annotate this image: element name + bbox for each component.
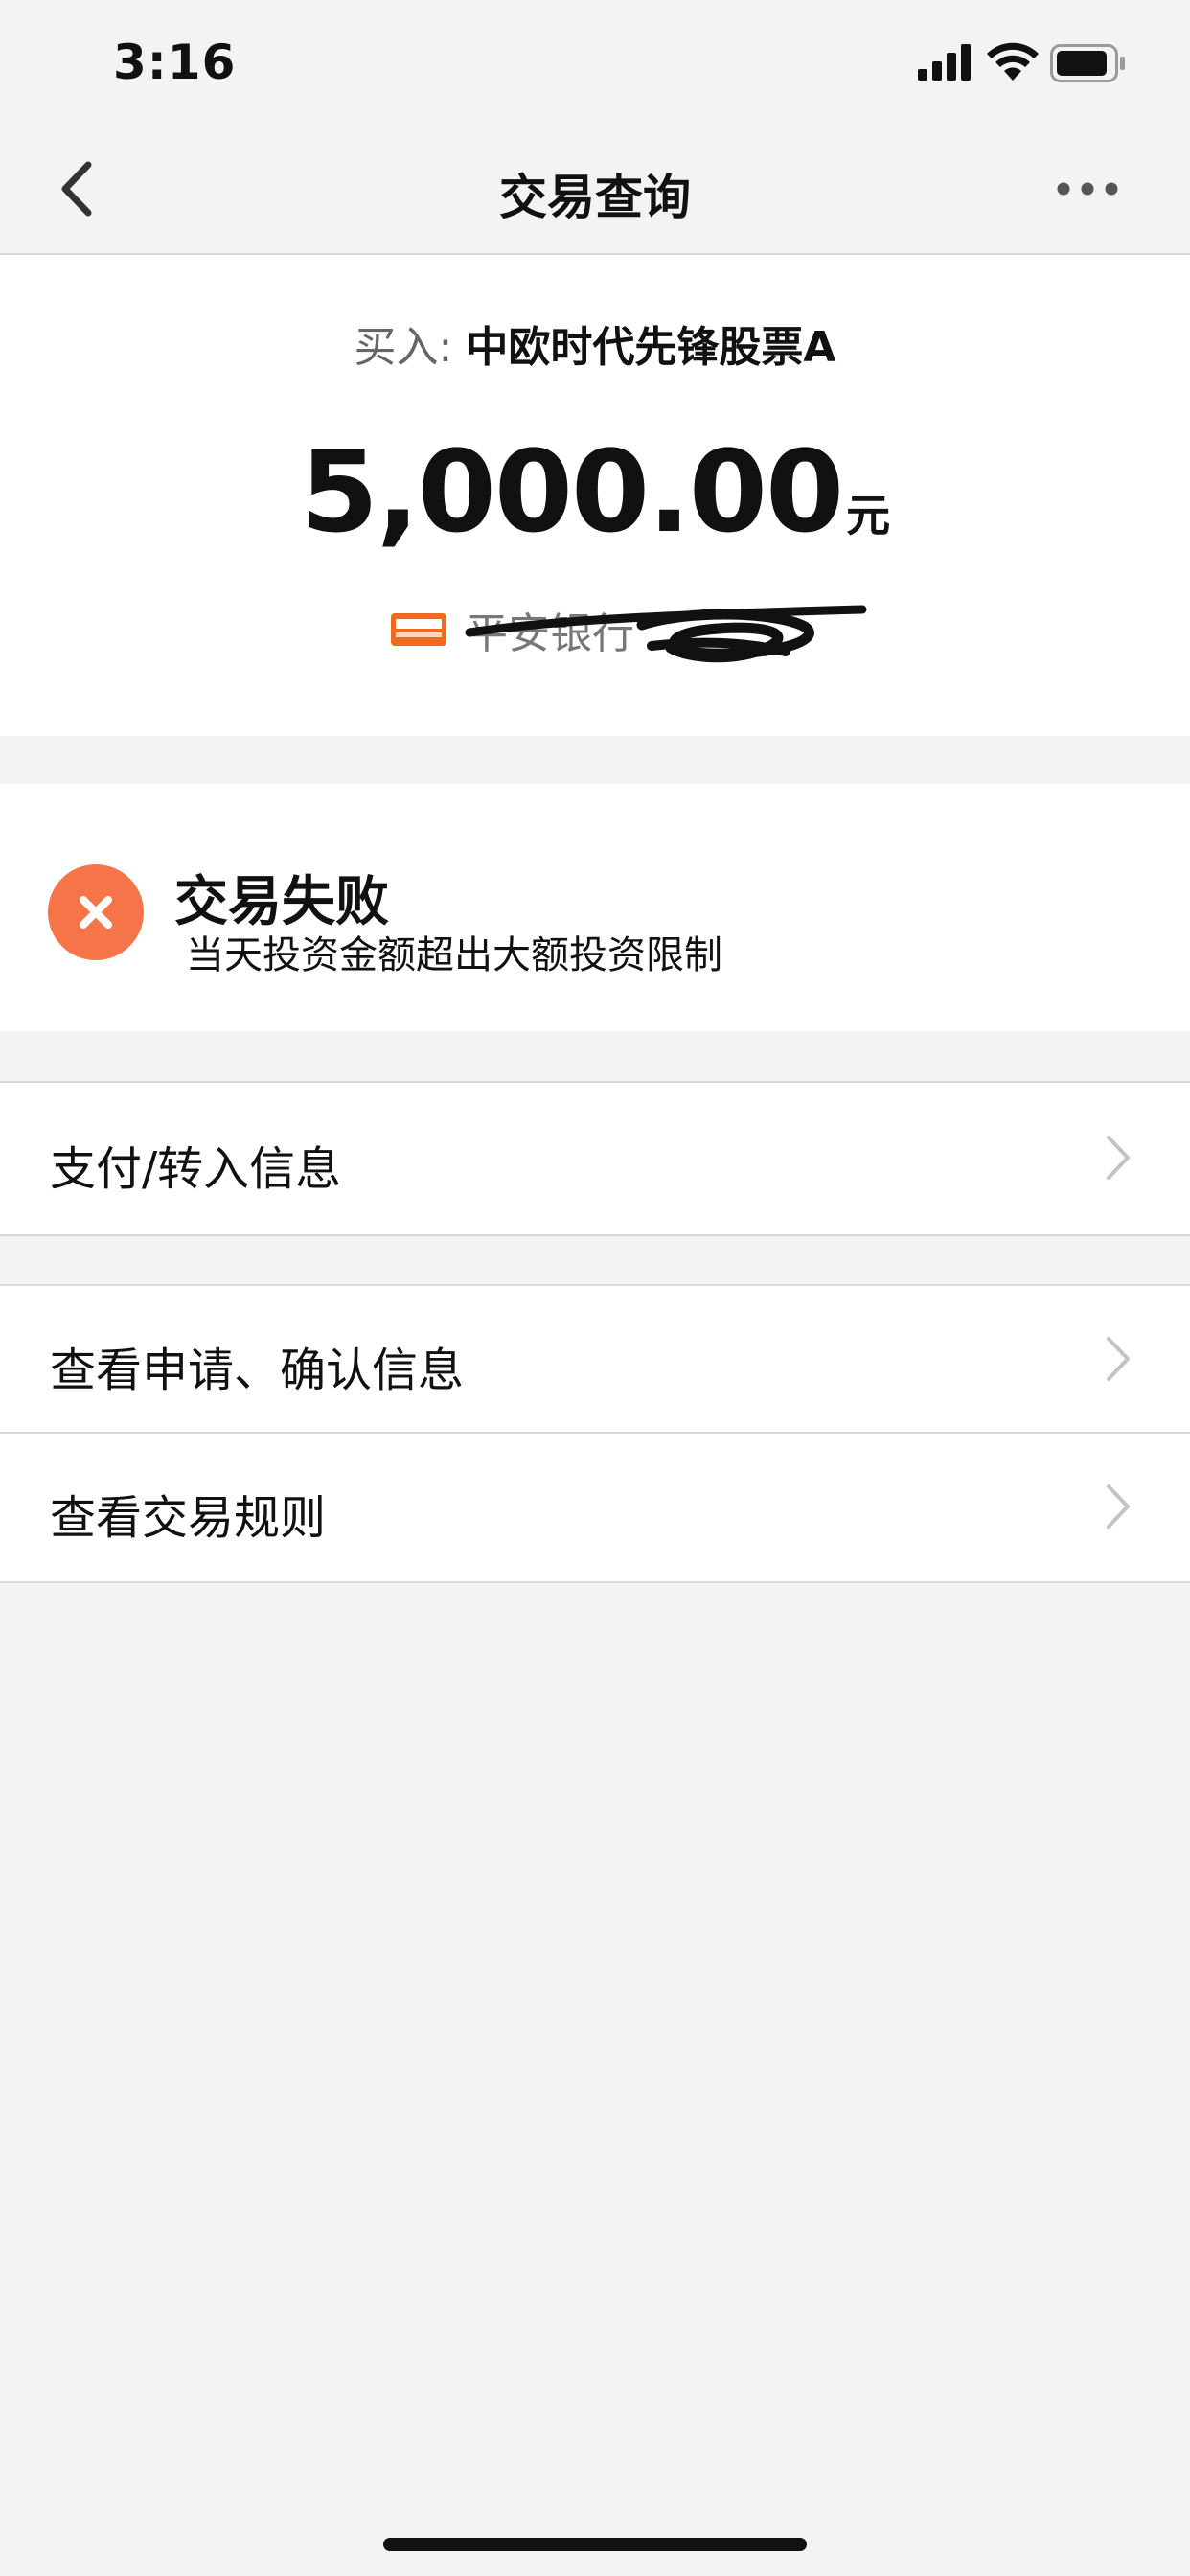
transaction-status-card: 交易失败 当天投资金额超出大额投资限制 [0, 784, 1190, 1031]
row-payment-info[interactable]: 支付/转入信息 [0, 1081, 1190, 1236]
close-circle-icon [48, 864, 144, 960]
redaction-scribble [465, 605, 867, 663]
chevron-right-icon [1107, 1136, 1130, 1180]
navigation-bar: 交易查询 [0, 125, 1190, 255]
chevron-right-icon [1107, 1484, 1130, 1529]
page-title: 交易查询 [499, 170, 691, 225]
amount-value: 5,000.00 [299, 426, 844, 558]
fund-name: 中欧时代先锋股票A [466, 323, 836, 372]
more-dots-icon [1057, 182, 1118, 196]
home-indicator[interactable] [383, 2538, 807, 2551]
amount-unit: 元 [846, 490, 891, 541]
row-label: 查看交易规则 [50, 1491, 327, 1545]
chevron-right-icon [1107, 1337, 1130, 1381]
status-time: 3:16 [113, 34, 237, 90]
row-application-info[interactable]: 查看申请、确认信息 [0, 1284, 1190, 1432]
buy-line: 买入: 中欧时代先锋股票A [0, 312, 1190, 374]
amount-line: 5,000.00元 [0, 426, 1190, 558]
status-description: 当天投资金额超出大额投资限制 [186, 933, 722, 978]
buy-prefix: 买入: [354, 323, 453, 372]
row-label: 支付/转入信息 [50, 1142, 342, 1196]
wifi-icon [987, 42, 1039, 80]
battery-icon [1050, 44, 1125, 82]
order-summary-card: 买入: 中欧时代先锋股票A 5,000.00元 平安银行 [0, 255, 1190, 736]
row-trading-rules[interactable]: 查看交易规则 [0, 1432, 1190, 1583]
row-label: 查看申请、确认信息 [50, 1344, 465, 1397]
cellular-signal-icon [918, 44, 971, 80]
status-bar: 3:16 [0, 0, 1190, 125]
more-button[interactable] [1054, 167, 1121, 211]
bank-logo-icon [391, 613, 446, 646]
